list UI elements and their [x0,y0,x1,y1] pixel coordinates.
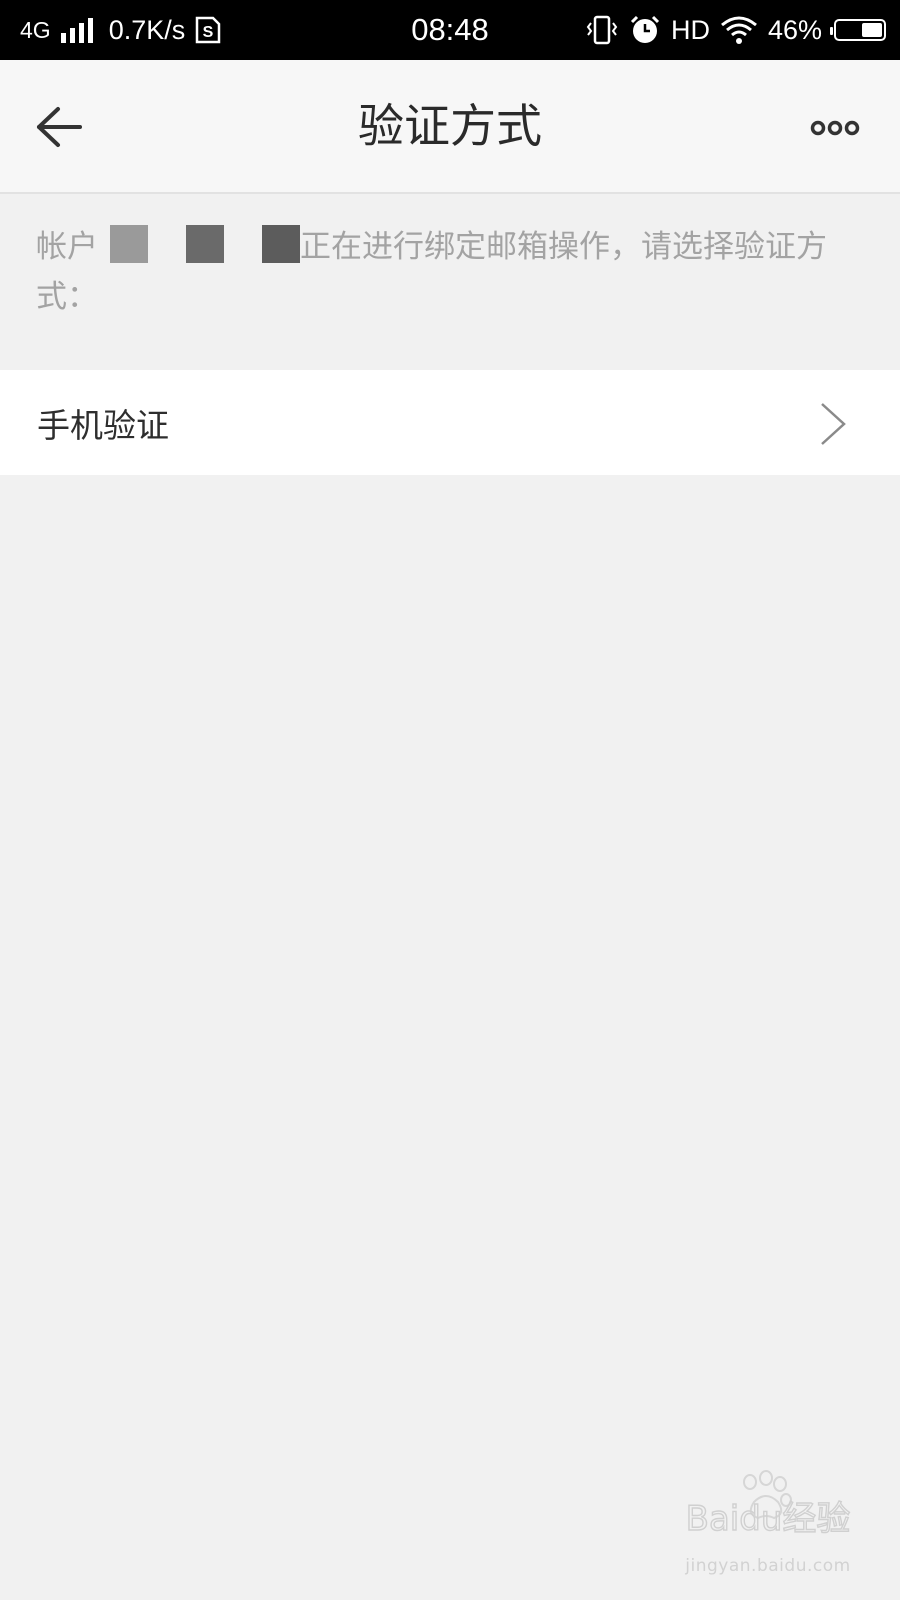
list-item-phone-verification[interactable]: 手机验证 [0,370,900,475]
verification-description: 帐户 正在进行绑定邮箱操作，请选择验证方式： [36,222,866,322]
sim-badge-text: S [203,24,214,41]
watermark-url: jingyan.baidu.com [685,1556,851,1576]
arrow-left-icon [37,107,82,147]
more-button[interactable] [800,100,870,156]
list-item-label: 手机验证 [37,405,169,445]
navigation-bar: 验证方式 [0,60,900,194]
network-type: 4G [20,16,51,43]
verification-method-list: 手机验证 [0,370,900,475]
chevron-right-icon [821,403,846,445]
baidu-watermark: Baidu经验 jingyan.baidu.com [678,1468,858,1578]
vibrate-icon [586,15,618,45]
redacted-block [186,225,224,263]
watermark-brand: Baidu经验 [686,1499,851,1539]
signal-bars-icon [60,18,93,43]
status-right: HD 46% [575,0,886,60]
description-prefix: 帐户 [36,229,98,265]
alarm-clock-icon [630,15,660,43]
status-left: 4G 0.7K/s S [20,0,221,60]
battery-percent: 46% [767,14,822,45]
hd-indicator: HD [670,14,710,45]
battery-fill [862,23,882,37]
baidu-paw-logo: Baidu经验 [685,1470,851,1540]
screen: 4G 0.7K/s S 08:48 HD 46% 验证方式 帐户 正在进行绑定邮… [0,0,900,1600]
redacted-block [262,225,300,263]
back-button[interactable] [26,94,92,160]
network-speed: 0.7K/s [108,14,186,45]
status-bar: 4G 0.7K/s S 08:48 HD 46% [0,0,900,60]
more-dots-icon [810,120,860,136]
battery-icon [830,19,886,41]
redacted-block [110,225,148,263]
sim-card-icon: S [195,16,221,44]
wifi-icon [721,16,757,44]
description-suffix: 正在进行绑定邮箱操作，请选择验证方式： [36,229,827,315]
page-title: 验证方式 [358,99,542,153]
